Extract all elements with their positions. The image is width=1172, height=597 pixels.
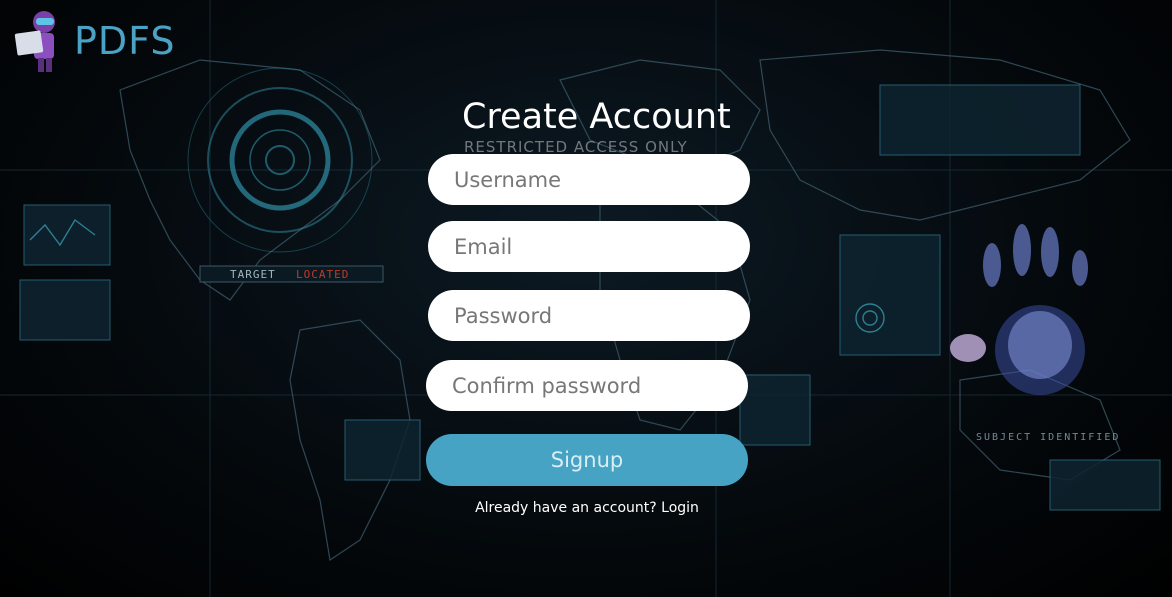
located-label: LOCATED — [296, 268, 349, 281]
brand-name: PDFS — [74, 19, 176, 63]
login-prompt-line: Already have an account? Login — [426, 500, 748, 516]
confirm-password-input[interactable] — [426, 360, 748, 411]
login-link[interactable]: Login — [661, 500, 699, 516]
detective-mascot-icon — [14, 11, 55, 72]
handprint-scan-icon — [950, 224, 1088, 395]
subject-identified-label: SUBJECT IDENTIFIED — [976, 432, 1120, 443]
username-input[interactable] — [428, 154, 750, 205]
email-input[interactable] — [428, 221, 750, 272]
page-title: Create Account — [462, 97, 731, 137]
password-input[interactable] — [428, 290, 750, 341]
signup-button[interactable]: Signup — [426, 434, 748, 486]
brand-logo[interactable]: PDFS — [14, 6, 176, 76]
target-label: TARGET — [230, 268, 276, 281]
login-prompt-text: Already have an account? — [475, 500, 657, 516]
signup-screen: TARGET LOCATED SUBJECT IDENTIFIED PDFS C… — [0, 0, 1172, 597]
